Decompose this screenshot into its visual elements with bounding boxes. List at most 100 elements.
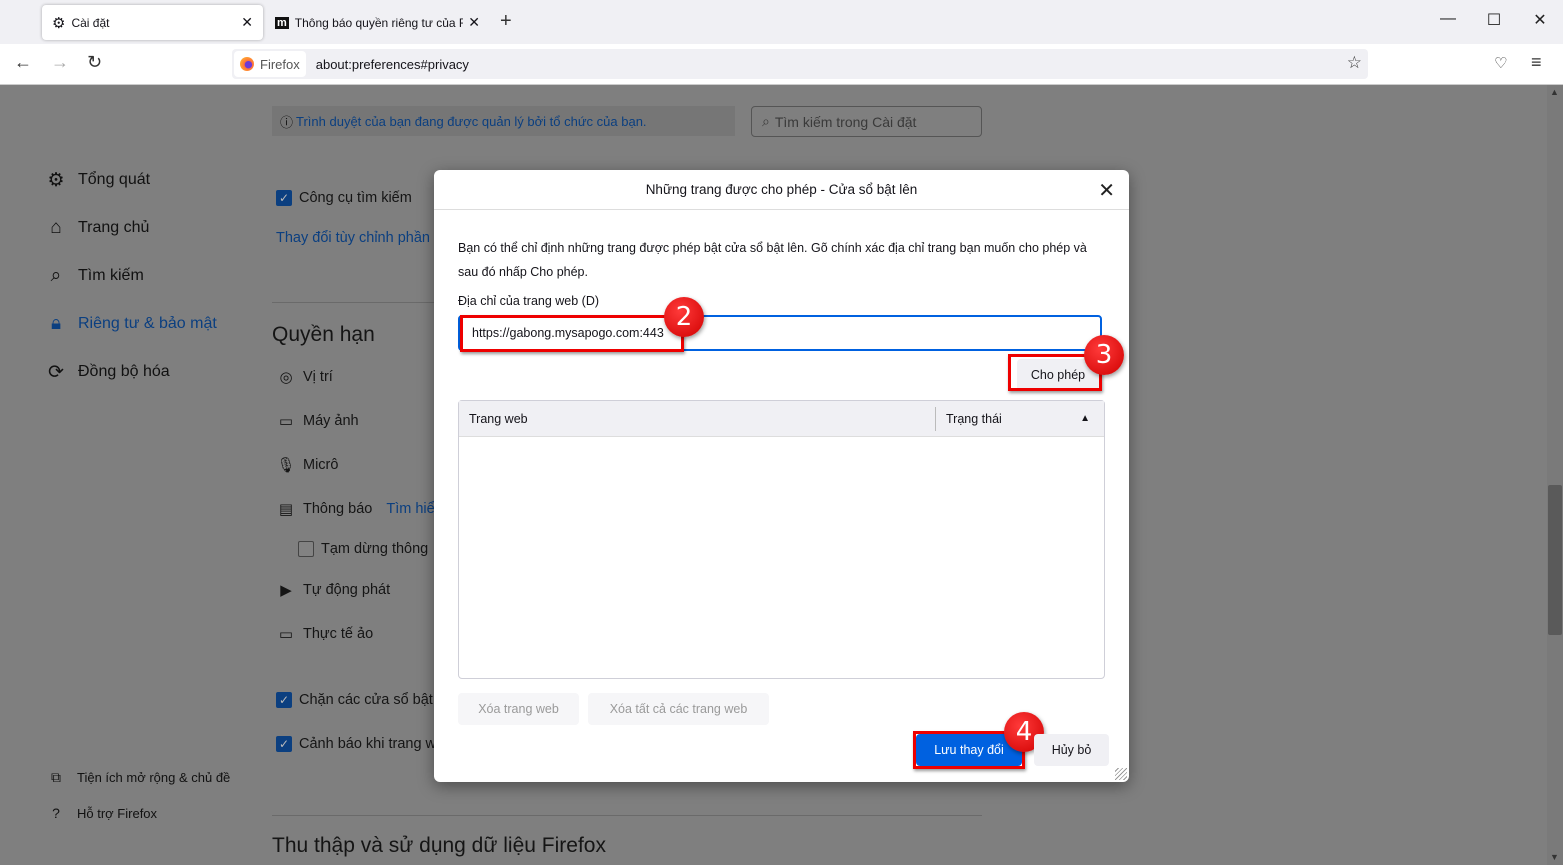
settings-search-input[interactable]: ⌕ Tìm kiếm trong Cài đặt: [751, 106, 982, 137]
sidebar-label: Tiện ích mở rộng & chủ đề: [77, 769, 231, 785]
step-badge: 3: [1084, 335, 1124, 375]
sidebar-label: Tìm kiếm: [78, 267, 144, 284]
sidebar-label: Đồng bộ hóa: [78, 363, 170, 380]
notification-icon: ▤: [278, 501, 294, 518]
sidebar-item-search[interactable]: ⌕ Tìm kiếm: [45, 265, 144, 287]
highlight-box: [460, 315, 684, 352]
permission-microphone[interactable]: 🎙︎ Micrô: [276, 456, 338, 474]
option-label: Micrô: [303, 457, 339, 473]
option-label: Vị trí: [303, 369, 333, 385]
sync-icon: ⟳: [48, 361, 64, 383]
permission-autoplay[interactable]: ▶ Tự động phát: [276, 581, 390, 599]
sidebar-item-addons[interactable]: ⧉ Tiện ích mở rộng & chủ đề: [45, 766, 230, 788]
autoplay-icon: ▶: [280, 582, 292, 599]
checkbox-checked-icon: ✓: [276, 736, 292, 752]
checkbox-checked-icon: ✓: [276, 190, 292, 206]
sidebar-label: Riêng tư & bảo mật: [78, 315, 217, 332]
cancel-button[interactable]: Hủy bỏ: [1034, 734, 1109, 766]
sidebar-label: Hỗ trợ Firefox: [77, 805, 158, 821]
back-icon[interactable]: ←: [14, 52, 32, 73]
dialog-description: Bạn có thể chỉ định những trang được phé…: [458, 241, 1087, 279]
sidebar-item-privacy[interactable]: 🔒︎ Riêng tư & bảo mật: [45, 313, 217, 335]
scrollbar-thumb[interactable]: [1548, 485, 1562, 635]
scrollbar[interactable]: [1547, 85, 1563, 865]
change-preferences-link[interactable]: Thay đổi tùy chỉnh phần: [276, 230, 430, 246]
permission-location[interactable]: ◎ Vị trí: [276, 368, 333, 386]
block-popups-checkbox[interactable]: ✓ Chặn các cửa sổ bật: [276, 692, 433, 708]
pause-notifications-checkbox[interactable]: Tạm dừng thông: [298, 541, 428, 557]
url-text[interactable]: about:preferences#privacy: [316, 57, 469, 72]
address-label: Địa chỉ của trang web (D): [458, 294, 600, 308]
allowed-sites-dialog: Những trang được cho phép - Cửa sổ bật l…: [434, 170, 1129, 782]
new-tab-button[interactable]: +: [500, 10, 512, 33]
table-header: Trang web Trạng thái ▲: [459, 401, 1104, 437]
divider: [272, 302, 434, 303]
option-label: Thực tế ảo: [303, 626, 374, 642]
sidebar-item-sync[interactable]: ⟳ Đồng bộ hóa: [45, 361, 170, 383]
scroll-up-icon[interactable]: ▲: [1550, 87, 1559, 97]
microphone-icon: 🎙︎: [276, 457, 296, 474]
m-favicon: m: [275, 16, 289, 29]
close-window-button[interactable]: ✕: [1525, 10, 1555, 30]
puzzle-icon: ⧉: [51, 768, 61, 785]
minimize-button[interactable]: —: [1433, 10, 1463, 28]
search-icon: ⌕: [50, 265, 62, 286]
close-icon[interactable]: ✕: [1098, 178, 1115, 203]
dialog-title: Những trang được cho phép - Cửa sổ bật l…: [434, 170, 1129, 210]
identity-box[interactable]: Firefox: [234, 51, 306, 77]
identity-label: Firefox: [260, 56, 300, 72]
sidebar-item-home[interactable]: ⌂ Trang chủ: [45, 217, 149, 239]
pocket-icon[interactable]: ♡: [1494, 54, 1507, 72]
url-bar[interactable]: Firefox about:preferences#privacy ☆: [232, 49, 1368, 79]
camera-icon: ▭: [278, 413, 294, 430]
lock-icon: 🔒︎: [50, 313, 62, 334]
column-label: Trạng thái: [946, 411, 1002, 426]
column-site[interactable]: Trang web: [459, 406, 936, 431]
learn-more-link[interactable]: Tìm hiể: [386, 501, 434, 517]
warn-addons-checkbox[interactable]: ✓ Cảnh báo khi trang w: [276, 736, 436, 752]
info-icon: ⓘ: [280, 114, 294, 130]
reload-icon[interactable]: ↻: [87, 52, 102, 73]
close-tab-icon[interactable]: ✕: [468, 14, 480, 31]
bookmark-star-icon[interactable]: ☆: [1347, 53, 1362, 73]
search-engines-checkbox[interactable]: ✓ Công cụ tìm kiếm: [276, 190, 412, 206]
firefox-logo-icon: [240, 57, 254, 71]
forward-icon[interactable]: →: [51, 52, 69, 73]
close-tab-icon[interactable]: ✕: [241, 14, 253, 31]
permission-camera[interactable]: ▭ Máy ảnh: [276, 412, 359, 430]
gear-icon: ⚙: [52, 14, 66, 32]
data-collection-heading: Thu thập và sử dụng dữ liệu Firefox: [272, 834, 606, 857]
sort-ascending-icon: ▲: [1080, 413, 1090, 424]
checkbox-unchecked-icon: [298, 541, 314, 557]
permission-notifications[interactable]: ▤ Thông báo Tìm hiể: [276, 500, 435, 518]
help-icon: ?: [52, 805, 60, 821]
managed-banner[interactable]: ⓘ Trình duyệt của bạn đang được quản lý …: [272, 106, 735, 136]
tab-settings[interactable]: ⚙ Cài đặt ✕: [42, 5, 263, 40]
option-label: Máy ảnh: [303, 413, 359, 429]
permissions-heading: Quyền hạn: [272, 323, 375, 346]
tab-strip: ⚙ Cài đặt ✕ m Thông báo quyền riêng tư c…: [0, 0, 1563, 44]
menu-icon[interactable]: ≡: [1531, 52, 1542, 73]
maximize-button[interactable]: ☐: [1479, 10, 1509, 30]
sidebar-item-support[interactable]: ? Hỗ trợ Firefox: [45, 802, 157, 824]
resize-grip[interactable]: [1115, 768, 1127, 780]
tab-label: Thông báo quyền riêng tư của F: [294, 15, 463, 30]
tab-privacy-notice[interactable]: m Thông báo quyền riêng tư của F ✕: [275, 5, 480, 40]
option-label: Thông báo: [303, 501, 373, 517]
step-badge: 2: [664, 297, 704, 337]
scroll-down-icon[interactable]: ▼: [1550, 852, 1559, 862]
banner-text: Trình duyệt của bạn đang được quản lý bở…: [296, 113, 647, 129]
permission-vr[interactable]: ▭ Thực tế ảo: [276, 625, 373, 643]
home-icon: ⌂: [50, 217, 62, 238]
remove-all-sites-button[interactable]: Xóa tất cả các trang web: [588, 693, 769, 725]
vr-headset-icon: ▭: [278, 626, 294, 643]
sidebar-label: Tổng quát: [78, 171, 151, 188]
sidebar-item-general[interactable]: ⚙ Tổng quát: [45, 169, 150, 191]
gear-icon: ⚙: [47, 169, 65, 191]
search-icon: ⌕: [762, 113, 770, 129]
remove-site-button[interactable]: Xóa trang web: [458, 693, 579, 725]
checkbox-checked-icon: ✓: [276, 692, 292, 708]
column-status[interactable]: Trạng thái ▲: [936, 412, 1104, 426]
nav-bar: ← → ↻ Firefox about:preferences#privacy …: [0, 44, 1563, 85]
divider: [272, 815, 982, 816]
